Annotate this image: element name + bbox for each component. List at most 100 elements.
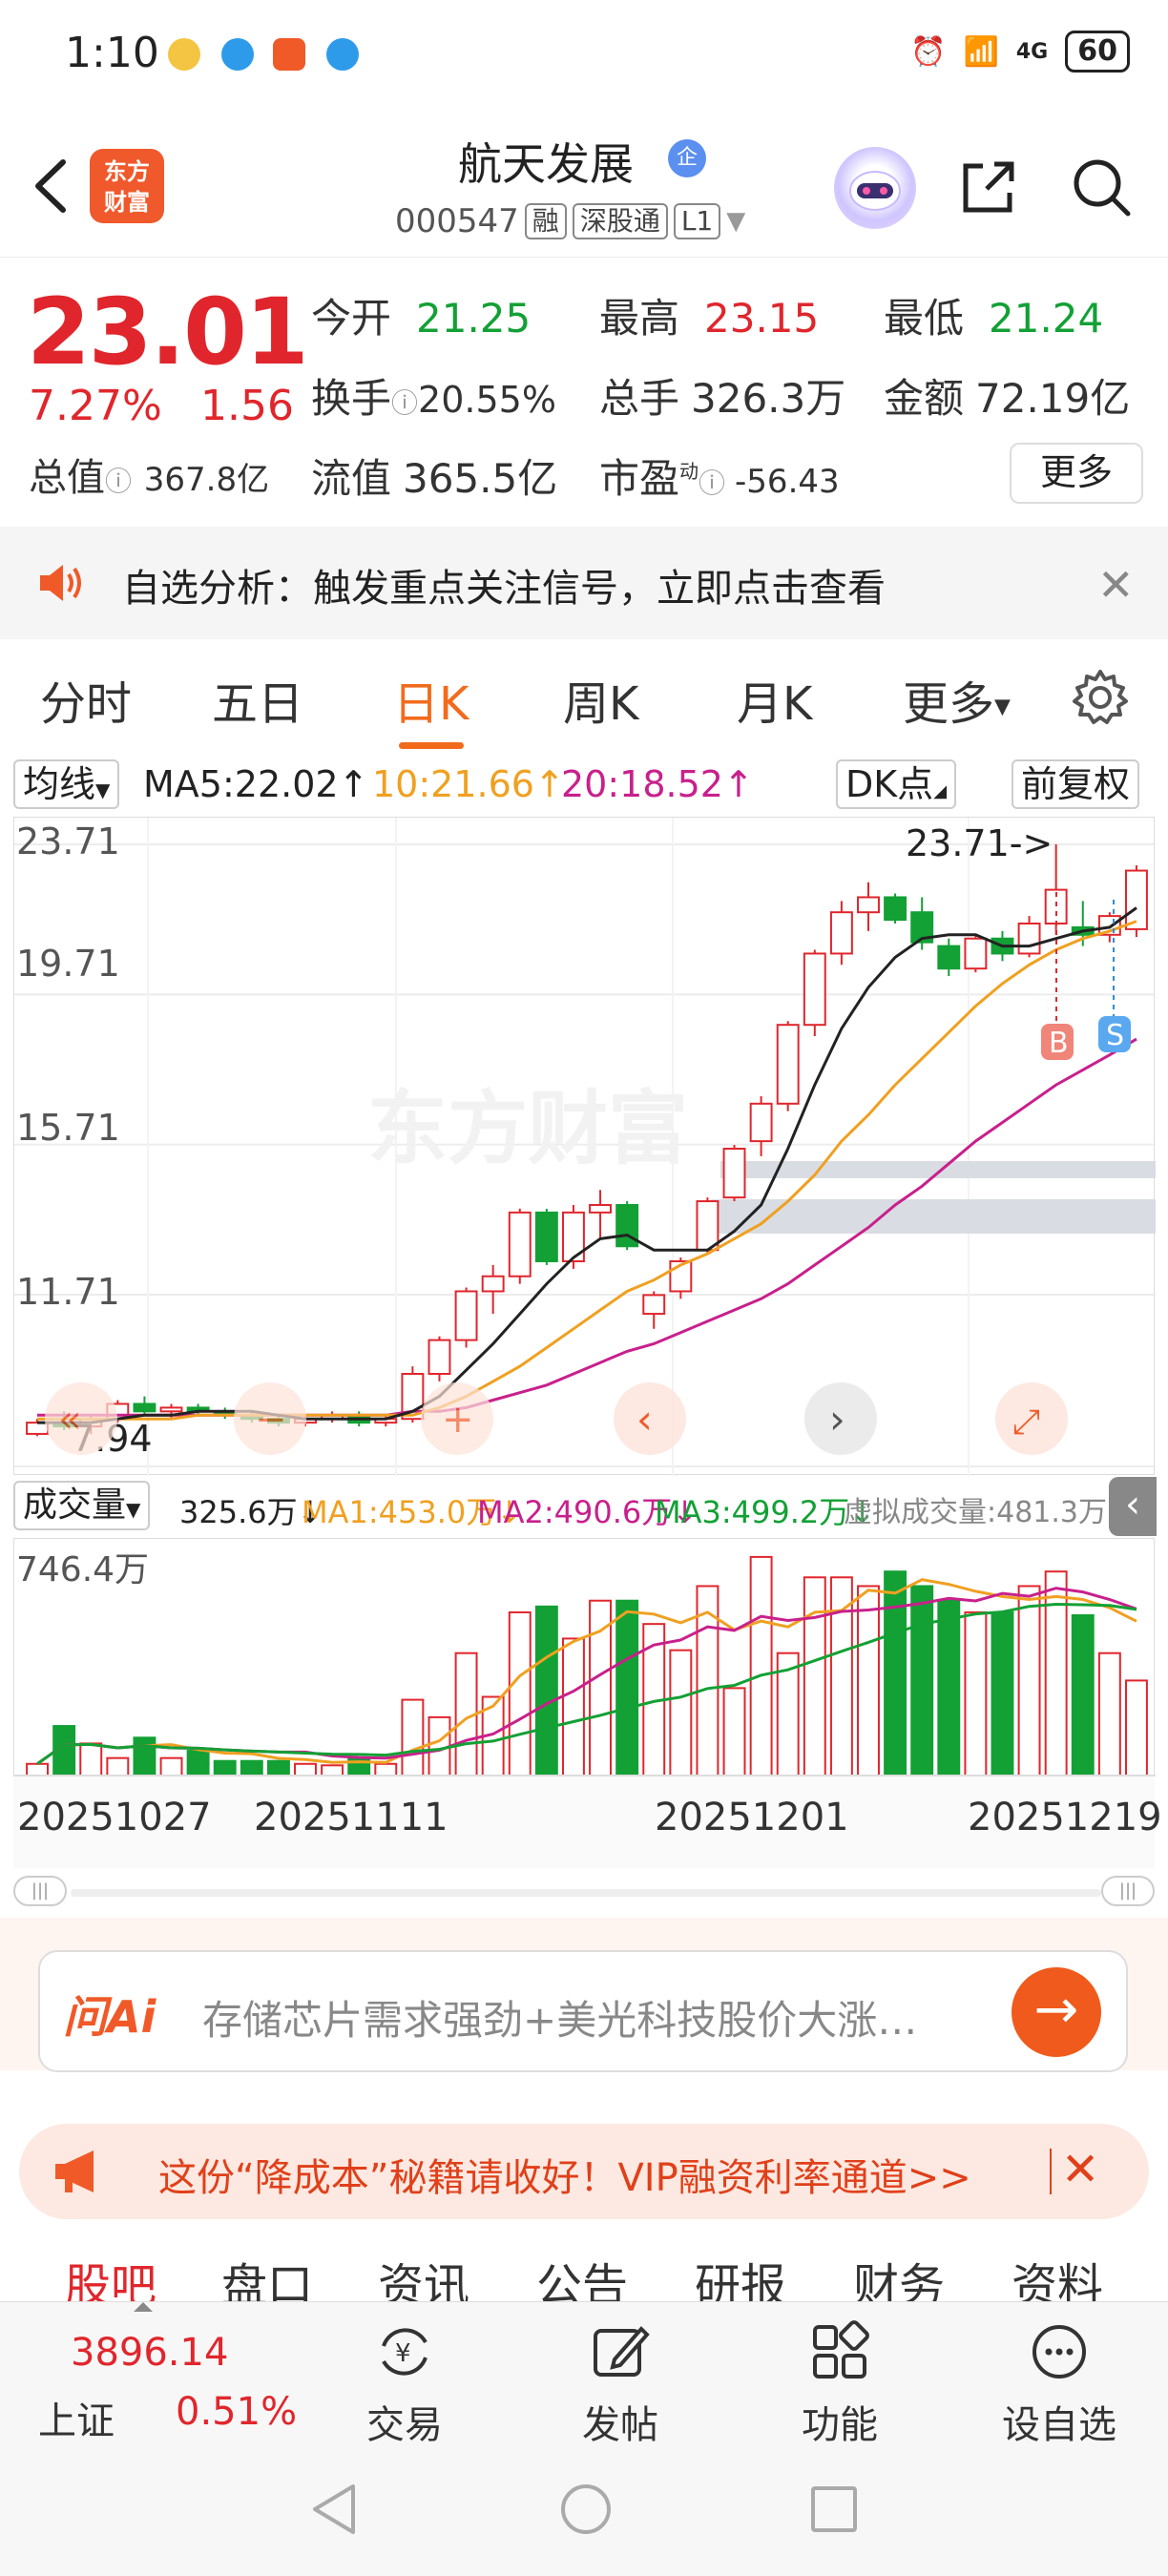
tab-profile[interactable]: 资料 [1012,2248,1103,2301]
tab-financials[interactable]: 财务 [853,2248,945,2301]
amount-label: 金额 [884,375,965,422]
volume-bar [1097,1652,1121,1776]
volume: 总手 326.3万 [599,366,845,425]
info-icon[interactable]: ⓘ [391,387,418,419]
tab-intraday[interactable]: 分时 [40,666,132,733]
wifi-icon: 📶 [963,34,999,69]
bottom-nav: 3896.14 上证 0.51% ¥ 交易 发帖 功能 设自选 [0,2301,1168,2452]
svg-text:+: + [442,1398,474,1442]
volume-bar [240,1759,263,1776]
ma5-value: MA5:22.02↑ [143,763,369,805]
alert-banner[interactable]: 自选分析：触发重点关注信号，立即点击查看 ✕ [0,527,1168,639]
turnover: 换手ⓘ20.55% [311,366,556,425]
total-mcap: 总值ⓘ 367.8亿 [29,447,269,502]
rewind-button: « [45,1382,117,1455]
system-home-icon[interactable] [557,2481,615,2538]
tab-underline [399,742,464,749]
add-watchlist-button[interactable]: 设自选 [983,2317,1136,2449]
index-value[interactable]: 3896.14 [71,2331,228,2375]
index-percent: 0.51% [176,2390,298,2434]
volume-bar [1124,1679,1148,1776]
today-open: 今开 21.25 [311,286,531,344]
date-label: 20251111 [254,1796,448,1839]
indicator-selector[interactable]: 均线▼ [13,759,120,809]
range-handle-right[interactable]: ||| [1101,1876,1155,1906]
share-icon[interactable] [954,153,1023,221]
tab-five-day[interactable]: 五日 [212,666,303,733]
system-back-icon[interactable] [307,2481,361,2538]
tab-weekly-k[interactable]: 周K [563,666,638,733]
volume-max-label: 746.4万 [16,1550,149,1589]
range-handle-left[interactable]: ||| [13,1876,67,1906]
search-icon[interactable] [1067,153,1136,221]
resistance-band [711,1199,1156,1234]
volume-bar [79,1742,103,1776]
amount: 金额 72.19亿 [884,366,1130,425]
volume-bar [964,1610,988,1776]
candle-body [829,911,853,955]
info-icon[interactable]: ⓘ [699,467,725,499]
chevron-left-icon[interactable]: ‹ [1109,1477,1157,1536]
enterprise-badge: 企 [668,139,706,177]
tab-research[interactable]: 研报 [695,2248,786,2301]
logo-line: 财富 [104,189,150,216]
float-mcap-value: 365.5亿 [403,455,558,502]
gear-icon[interactable] [1071,668,1130,727]
volume-value: 326.3万 [691,375,846,422]
triangle-down-icon: ▼ [994,695,1011,719]
vol-ma2-text: MA2:490.6万 [477,1494,673,1530]
candle-body [749,1102,773,1143]
vol-ma3-text: MA3:499.2万 [655,1494,850,1530]
adjust-selector[interactable]: 前复权 [1012,759,1140,809]
trade-button[interactable]: ¥ 交易 [328,2317,481,2449]
close-icon[interactable]: ✕ [1061,2143,1099,2196]
tab-daily-k[interactable]: 日K [393,666,469,733]
arrow-right-icon[interactable]: → [1012,1967,1101,2057]
edit-icon [594,2326,650,2377]
info-icon[interactable]: ⓘ [105,466,132,497]
post-button[interactable]: 发帖 [544,2317,697,2449]
tab-monthly-k[interactable]: 月K [737,666,812,733]
back-icon[interactable] [23,153,80,219]
close-icon[interactable]: ✕ [1097,559,1135,611]
app-logo: 东方 财富 [90,149,164,223]
system-recents-icon[interactable] [807,2483,861,2536]
today-open-value: 21.25 [416,295,532,342]
promo-banner[interactable]: 这份“降成本”秘籍请收好！VIP融资利率通道>> ✕ [19,2124,1149,2219]
tab-forum[interactable]: 股吧 [65,2248,156,2301]
candle-body [937,945,961,970]
volume-bar [803,1576,826,1776]
ma20-value: 20:18.52↑ [561,763,754,805]
volume-bar [374,1762,398,1777]
candle-body [454,1290,478,1341]
volume-bar [133,1736,156,1776]
trade-label: 交易 [366,2403,443,2447]
connect-tag: 深股通 [572,203,668,239]
tab-more[interactable]: 更多▼ [903,666,1011,733]
dk-point-selector[interactable]: DK点◢ [836,759,957,809]
volume-selector[interactable]: 成交量▼ [13,1481,151,1530]
ma-legend-row: 均线▼ MA5:22.02↑ 10:21.66↑ 20:18.52↑ DK点◢ … [0,756,1168,813]
buy-marker-label: B [1049,1027,1069,1060]
volume-bar [829,1576,853,1776]
volume-chart[interactable]: 746.4万 [13,1538,1156,1777]
low-value: 21.24 [989,295,1104,342]
battery-icon: 60 [1065,31,1130,73]
function-button[interactable]: 功能 [763,2317,916,2449]
resistance-band [720,1161,1156,1178]
megaphone-icon [55,2150,94,2192]
chart-range-slider[interactable]: ||| ||| [13,1872,1155,1910]
ai-search-bar[interactable]: 问Ai 存储芯片需求强劲+美光科技股价大涨… → [38,1950,1128,2072]
margin-tag: 融 [524,203,567,239]
tab-announcements[interactable]: 公告 [536,2248,628,2301]
kline-chart[interactable]: 东方财富 23.71 19.71 15.71 11.71 23.71-> 7.9… [13,817,1156,1476]
stock-code-row[interactable]: 000547 融 深股通 L1 ▼ [395,202,745,240]
stock-header: 东方 财富 航天发展 企 000547 融 深股通 L1 ▼ [0,114,1168,258]
candle-body [534,1211,558,1262]
more-button[interactable]: 更多 [1010,443,1143,504]
assistant-avatar[interactable] [834,147,916,229]
tab-orderbook[interactable]: 盘口 [221,2248,313,2301]
tab-news[interactable]: 资讯 [378,2248,469,2301]
index-name: 上证 [38,2399,115,2443]
candle-body [133,1402,156,1413]
